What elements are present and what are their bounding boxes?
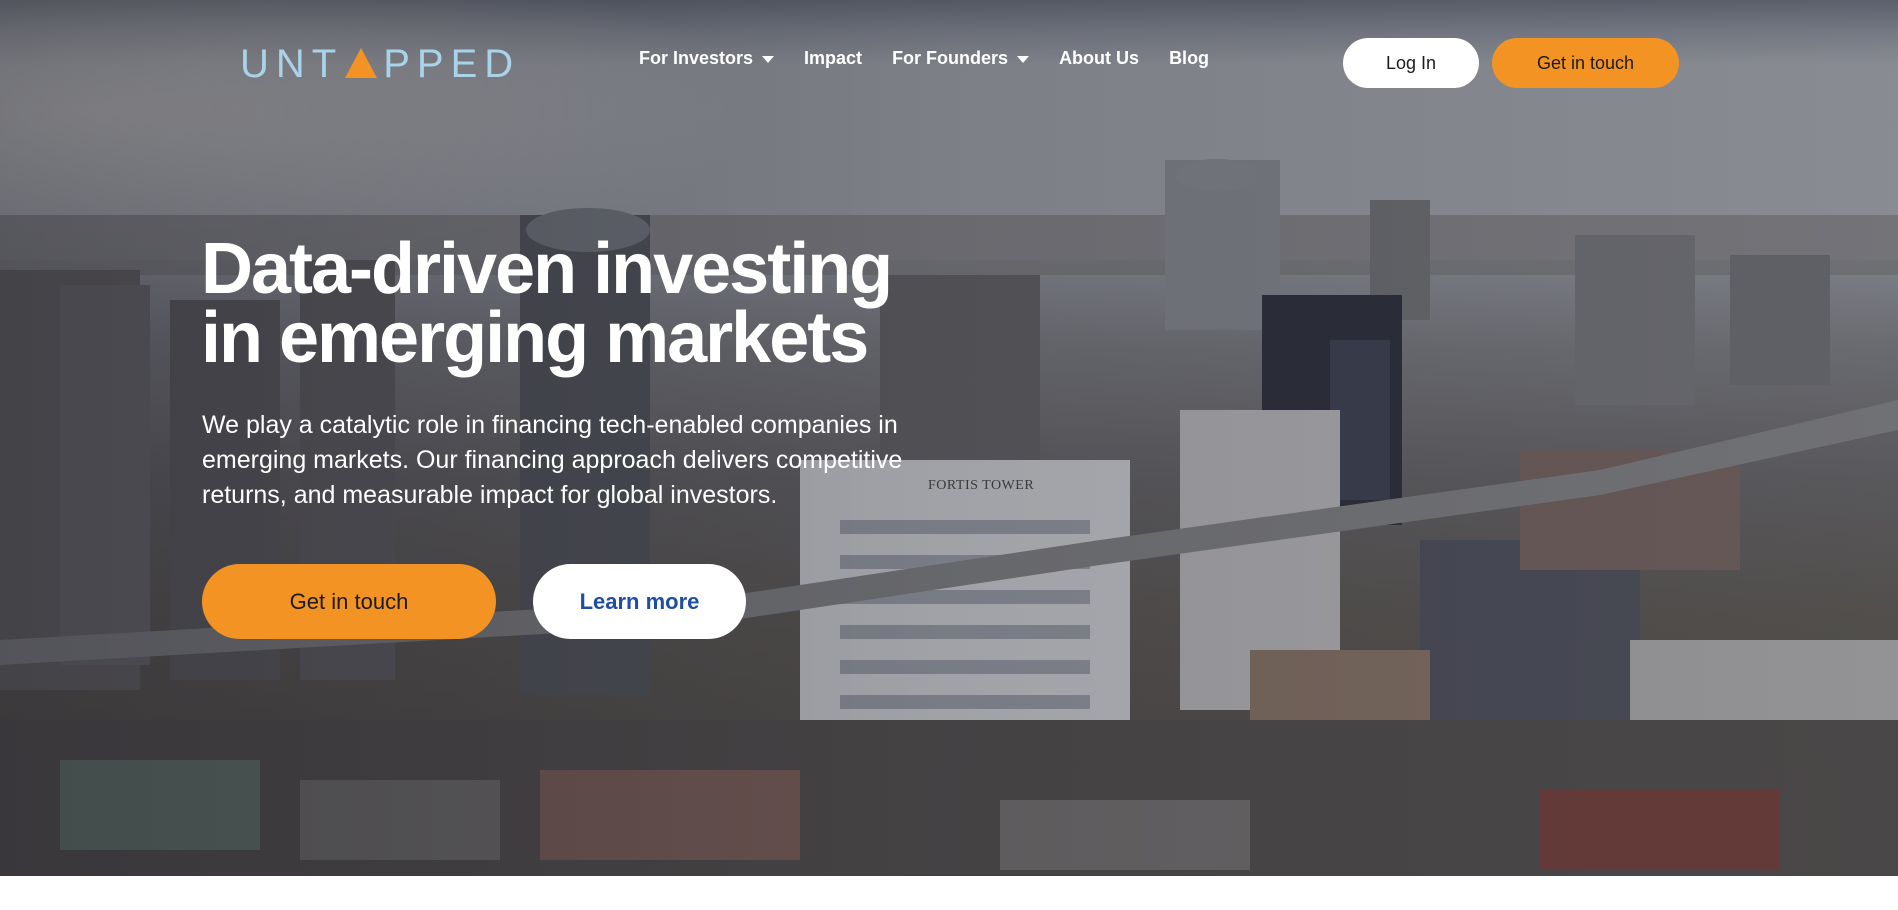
nav-item-label: For Investors (639, 48, 754, 68)
nav-item-impact[interactable]: Impact (804, 48, 862, 69)
nav-item-label: Impact (804, 48, 863, 68)
nav-item-for-investors[interactable]: For Investors (639, 48, 775, 69)
nav-item-label: For Founders (892, 48, 1009, 68)
headline-line-1: Data-driven investing (201, 229, 893, 309)
hero-section: FORTIS TOWER UNT PPED For Investors Impa… (0, 0, 1898, 876)
nav-item-label: Blog (1169, 48, 1210, 68)
logo-text-end: PPED (383, 42, 521, 86)
nav-item-blog[interactable]: Blog (1169, 48, 1209, 69)
learn-more-button[interactable]: Learn more (533, 564, 746, 639)
nav-item-about-us[interactable]: About Us (1059, 48, 1139, 69)
main-nav: For Investors Impact For Founders About … (639, 48, 1239, 69)
hero-subtext: We play a catalytic role in financing te… (202, 411, 903, 509)
get-in-touch-button[interactable]: Get in touch (202, 564, 496, 639)
untapped-logo[interactable]: UNT PPED (240, 42, 520, 87)
chevron-down-icon (762, 56, 775, 63)
headline-line-2: in emerging markets (201, 298, 869, 378)
page-below-hero (0, 876, 1898, 910)
logo-triangle-icon (345, 47, 378, 78)
logo-text-start: UNT (240, 42, 344, 86)
chevron-down-icon (1017, 56, 1030, 63)
nav-item-for-founders[interactable]: For Founders (892, 48, 1030, 69)
get-in-touch-nav-button[interactable]: Get in touch (1492, 38, 1679, 88)
nav-item-label: About Us (1059, 48, 1140, 68)
login-button[interactable]: Log In (1343, 38, 1479, 88)
hero-headline: Data-driven investing in emerging market… (201, 233, 961, 374)
